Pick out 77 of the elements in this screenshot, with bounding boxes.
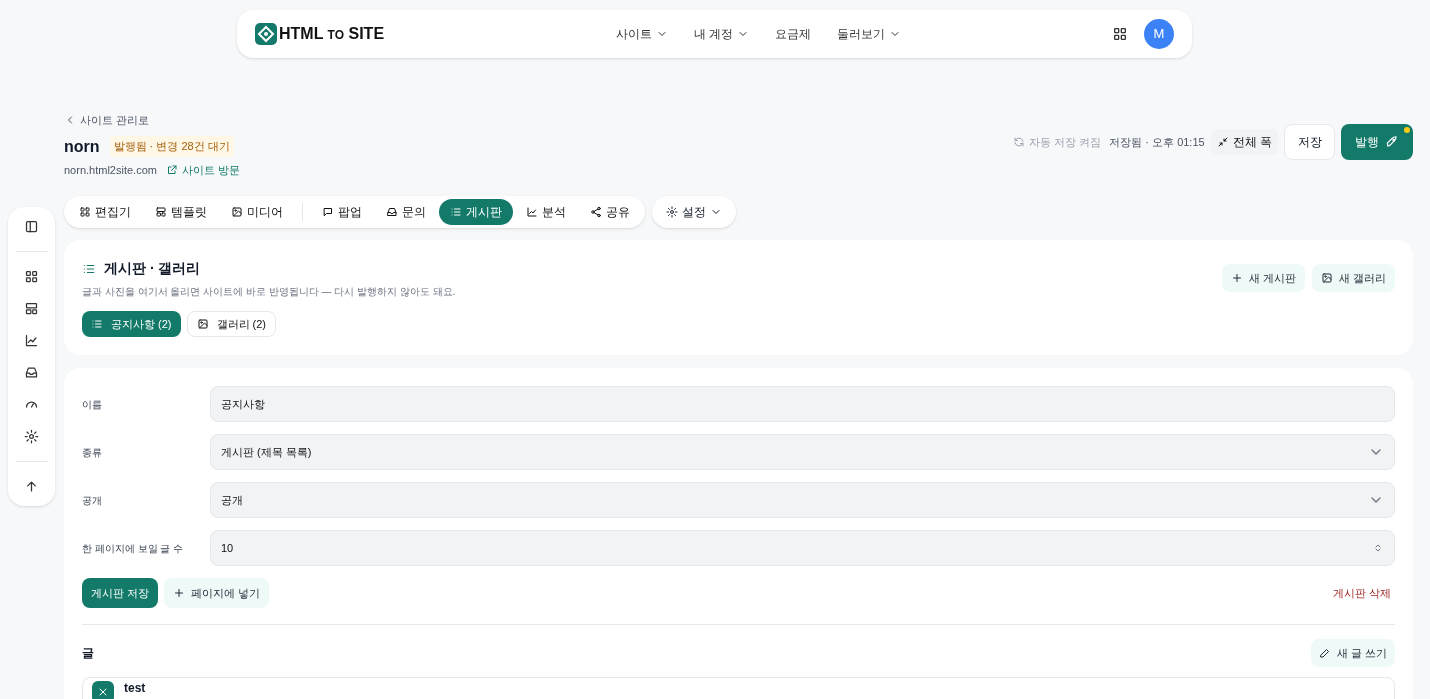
inbox-button[interactable] [24, 365, 39, 380]
image-icon [196, 318, 209, 330]
saved-time: 저장됨 · 오후 01:15 [1109, 134, 1205, 150]
grid-icon [1112, 26, 1128, 42]
line-chart-icon [526, 206, 538, 218]
post-title: test [124, 681, 146, 695]
status-badge: 발행됨 · 변경 28건 대기 [109, 136, 234, 157]
new-gallery-button[interactable]: 새 갤러리 [1311, 264, 1395, 292]
grid-button[interactable] [24, 269, 39, 284]
image-icon [1320, 272, 1333, 284]
tab[interactable]: 공유 [579, 199, 641, 225]
grid-icon [79, 206, 91, 218]
logo-icon [255, 23, 277, 45]
input-field[interactable]: 공지사항 [210, 386, 1395, 422]
posts-heading: 글 [82, 645, 94, 662]
select-field[interactable]: 공개 [210, 482, 1395, 518]
tab[interactable]: 문의 [375, 199, 437, 225]
field-label: 이름 [82, 397, 103, 412]
publish-button[interactable]: 발행 [1341, 124, 1413, 160]
board-chip[interactable]: 공지사항 (2) [82, 311, 181, 337]
layout-icon [24, 301, 39, 316]
tab[interactable]: 템플릿 [144, 199, 218, 225]
save-board-button[interactable]: 게시판 저장 [82, 578, 159, 608]
share-icon [590, 206, 602, 218]
logo-text: HTML TO SITE [279, 24, 385, 44]
nav-menu-item[interactable]: 사이트 [616, 25, 669, 43]
scroll-top-button[interactable] [24, 479, 39, 494]
visit-site-link[interactable]: 사이트 방문 [165, 161, 240, 178]
new-board-button[interactable]: 새 게시판 [1221, 264, 1305, 292]
grid-icon [24, 269, 39, 284]
new-post-button[interactable]: 새 글 쓰기 [1310, 639, 1395, 667]
user-avatar[interactable]: M [1144, 19, 1174, 49]
input-field[interactable]: 10 [210, 530, 1395, 566]
refresh-icon [1013, 136, 1026, 148]
inbox-icon [24, 365, 39, 380]
delete-board-button[interactable]: 게시판 삭제 [1332, 584, 1391, 602]
select-field[interactable]: 게시판 (제목 목록) [210, 434, 1395, 470]
full-width-button[interactable]: 전체 폭 [1210, 129, 1278, 155]
nav-menu-item[interactable]: 둘러보기 [837, 25, 902, 43]
close-icon [97, 686, 109, 698]
save-button[interactable]: 저장 [1284, 124, 1335, 160]
layout-icon [155, 206, 167, 218]
sidebar-toggle-button[interactable] [24, 219, 39, 234]
shrink-arrows-icon [1216, 136, 1229, 148]
tab[interactable]: 미디어 [220, 199, 294, 225]
nav-menu-item[interactable]: 요금제 [775, 25, 812, 43]
tab[interactable]: 편집기 [68, 199, 142, 225]
speech-bubble-icon [322, 206, 334, 218]
tab[interactable]: 분석 [515, 199, 577, 225]
tab[interactable]: 팝업 [311, 199, 373, 225]
external-link-icon [165, 163, 178, 176]
plus-icon [173, 587, 186, 599]
panel-title: 게시판 · 갤러리 [104, 259, 201, 278]
pencil-icon [1318, 647, 1331, 659]
insert-into-page-button[interactable]: 페이지에 넣기 [164, 578, 270, 608]
field-label: 한 페이지에 보일 글 수 [82, 541, 185, 556]
site-name: norn [64, 136, 100, 157]
field-label: 공개 [82, 493, 103, 508]
settings-tab[interactable]: 설정 [652, 196, 736, 228]
autosave-status: 자동 저장 켜짐 [1013, 133, 1102, 151]
board-chip[interactable]: 갤러리 (2) [186, 311, 276, 337]
plus-icon [1230, 272, 1243, 284]
line-chart-icon [24, 333, 39, 348]
image-icon [231, 206, 243, 218]
apps-grid-button[interactable] [1112, 26, 1128, 42]
back-link[interactable]: 사이트 관리로 [64, 112, 150, 129]
layout-button[interactable] [24, 301, 39, 316]
nav-menu-item[interactable]: 내 계정 [694, 25, 750, 43]
field-label: 종류 [82, 445, 103, 460]
post-row[interactable]: test [82, 677, 1395, 699]
sidebar-toggle-icon [24, 219, 39, 234]
site-domain: norn.html2site.com [64, 162, 157, 178]
panel-description: 글과 사진을 여기서 올리면 사이트에 바로 반영됩니다 — 다시 발행하지 않아도 돼요. [82, 285, 457, 299]
tab[interactable]: 게시판 [439, 199, 513, 225]
chart-button[interactable] [24, 333, 39, 348]
arrow-up-icon [24, 479, 39, 494]
inbox-icon [386, 206, 398, 218]
